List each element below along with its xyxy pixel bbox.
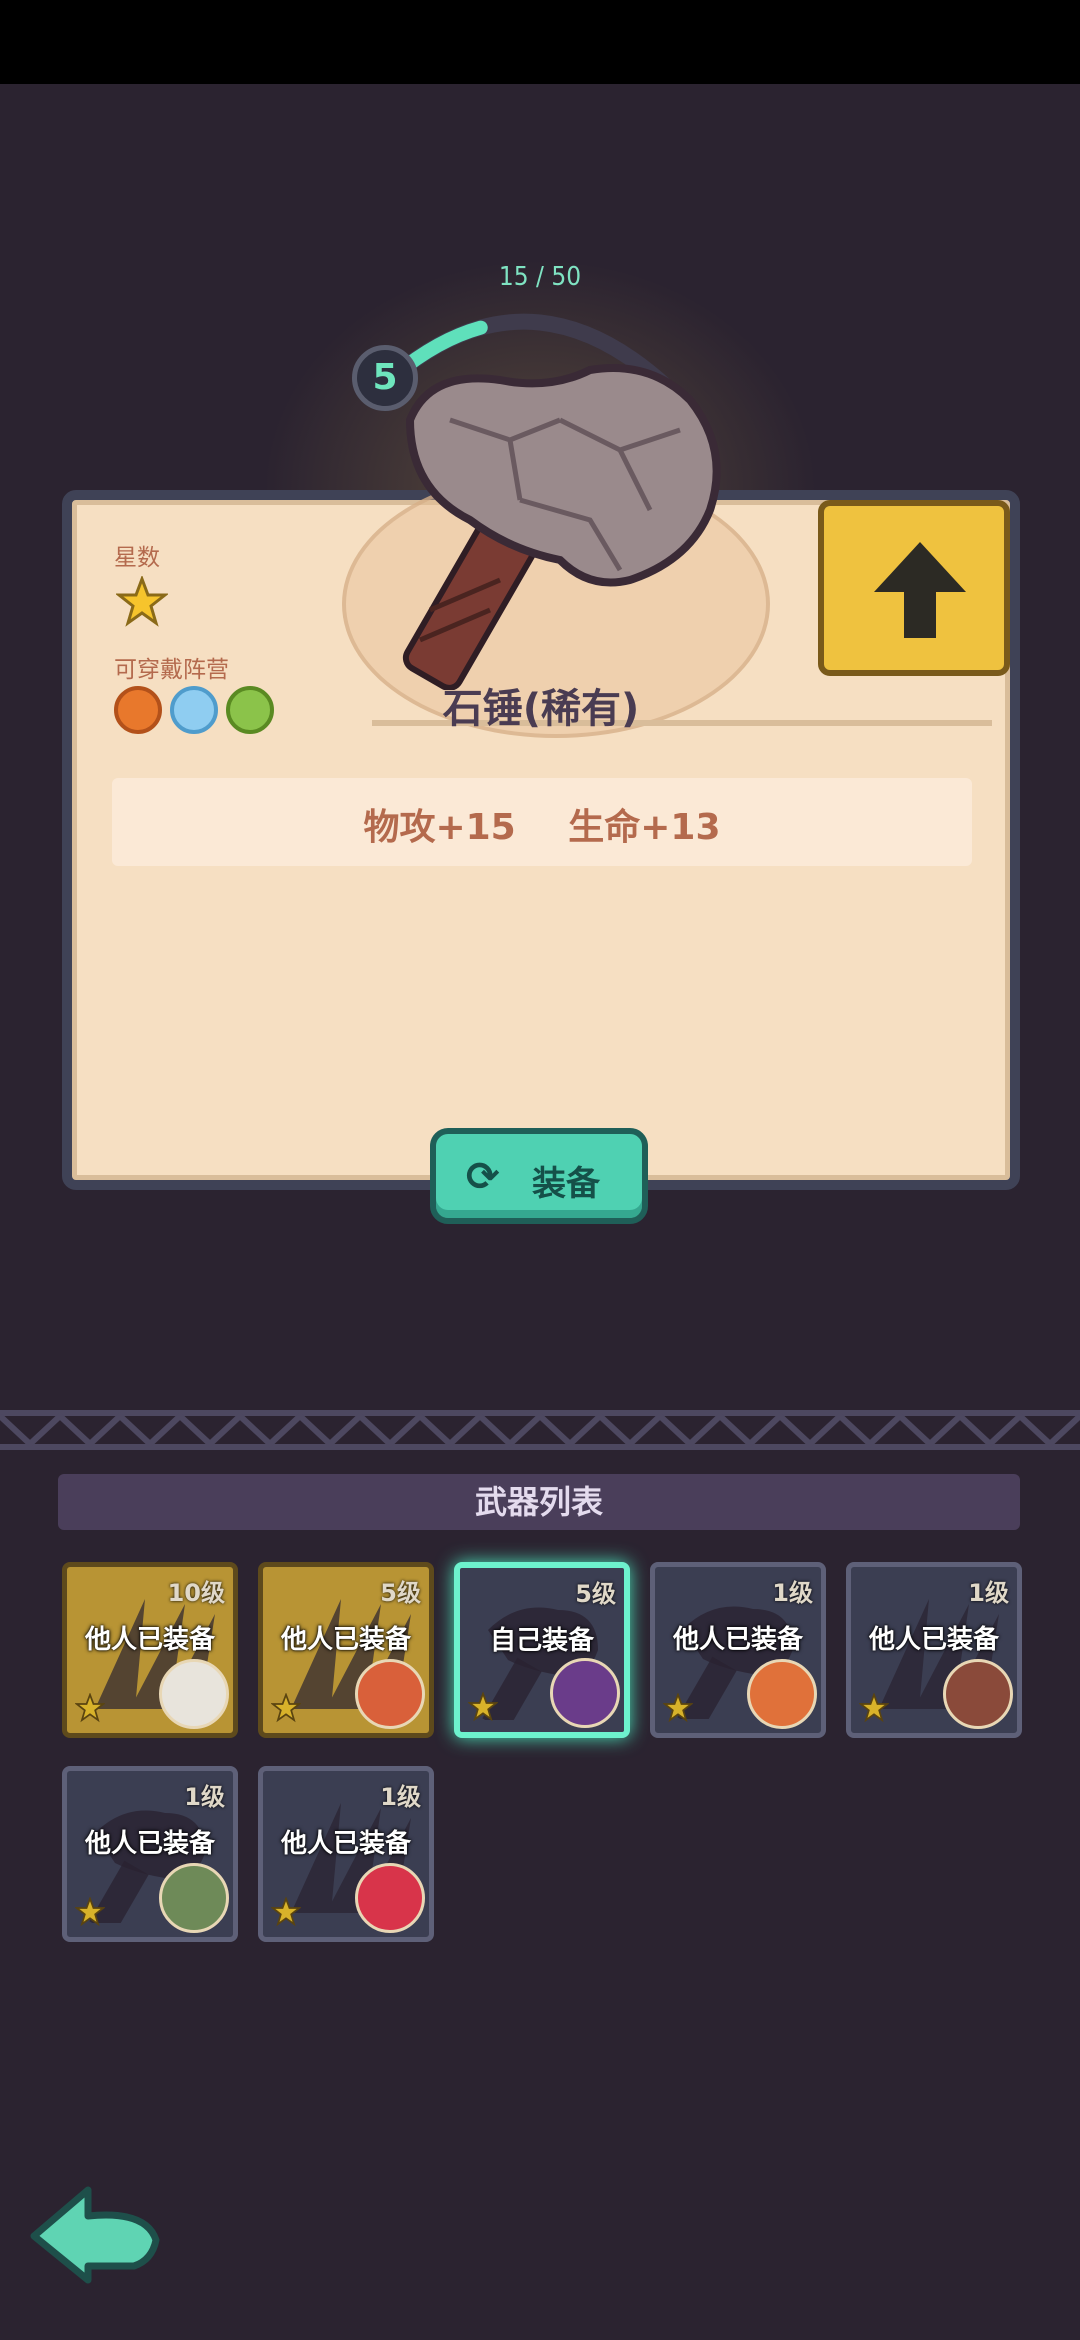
weapon-slot[interactable]: 10级他人已装备 [62, 1562, 238, 1738]
weapon-level: 5级 [575, 1580, 616, 1608]
star-icon [468, 1692, 498, 1722]
weapon-level: 1级 [380, 1783, 421, 1811]
hero-avatar-icon [943, 1659, 1013, 1729]
equip-label: 装备 [532, 1164, 600, 1204]
hero-avatar-icon [355, 1863, 425, 1933]
star-icon [271, 1897, 301, 1927]
hero-avatar-icon [159, 1659, 229, 1729]
weapon-level: 5级 [380, 1579, 421, 1607]
xp-progress-text: 15 / 50 [498, 262, 582, 292]
hero-avatar-icon [550, 1658, 620, 1728]
status-bar [0, 0, 1080, 84]
back-button[interactable] [26, 2180, 166, 2290]
weapon-slot[interactable]: 5级他人已装备 [258, 1562, 434, 1738]
equip-status: 他人已装备 [672, 1625, 803, 1655]
weapon-level: 1级 [772, 1579, 813, 1607]
weapon-slot[interactable]: 1级他人已装备 [846, 1562, 1022, 1738]
item-stats: 物攻+15 生命+13 [363, 807, 721, 848]
weapon-slot[interactable]: 5级自己装备 [454, 1562, 630, 1738]
hero-avatar-icon [159, 1863, 229, 1933]
star-icon [663, 1693, 693, 1723]
stars-label: 星数 [114, 545, 160, 571]
hero-avatar-icon [355, 1659, 425, 1729]
star-icon [116, 576, 168, 627]
equip-status: 他人已装备 [868, 1625, 999, 1655]
weapon-level: 1级 [968, 1579, 1009, 1607]
weapon-level: 10级 [167, 1579, 225, 1607]
equip-status: 他人已装备 [280, 1625, 411, 1655]
star-icon [859, 1693, 889, 1723]
stone-hammer-icon [402, 364, 721, 690]
weapon-level: 1级 [184, 1783, 225, 1811]
stats-box: 物攻+15 生命+13 [112, 778, 972, 866]
star-icon [271, 1693, 301, 1723]
equip-status: 他人已装备 [84, 1625, 215, 1655]
divider-rail [0, 1410, 1080, 1450]
upgrade-arrow-icon [874, 542, 966, 638]
equip-status: 他人已装备 [280, 1829, 411, 1859]
weapon-slot[interactable]: 1级他人已装备 [650, 1562, 826, 1738]
star-icon [75, 1897, 105, 1927]
upgrade-button[interactable] [818, 500, 1010, 676]
equip-button[interactable]: ⟳ 装备 [430, 1128, 648, 1224]
star-icon [75, 1693, 105, 1723]
weapon-list-title: 武器列表 [58, 1474, 1020, 1530]
refresh-icon: ⟳ [466, 1154, 500, 1200]
equip-status: 自己装备 [489, 1626, 594, 1656]
weapon-slot[interactable]: 1级他人已装备 [258, 1766, 434, 1942]
hero-avatar-icon [747, 1659, 817, 1729]
weapon-slot[interactable]: 1级他人已装备 [62, 1766, 238, 1942]
equip-status: 他人已装备 [84, 1829, 215, 1859]
